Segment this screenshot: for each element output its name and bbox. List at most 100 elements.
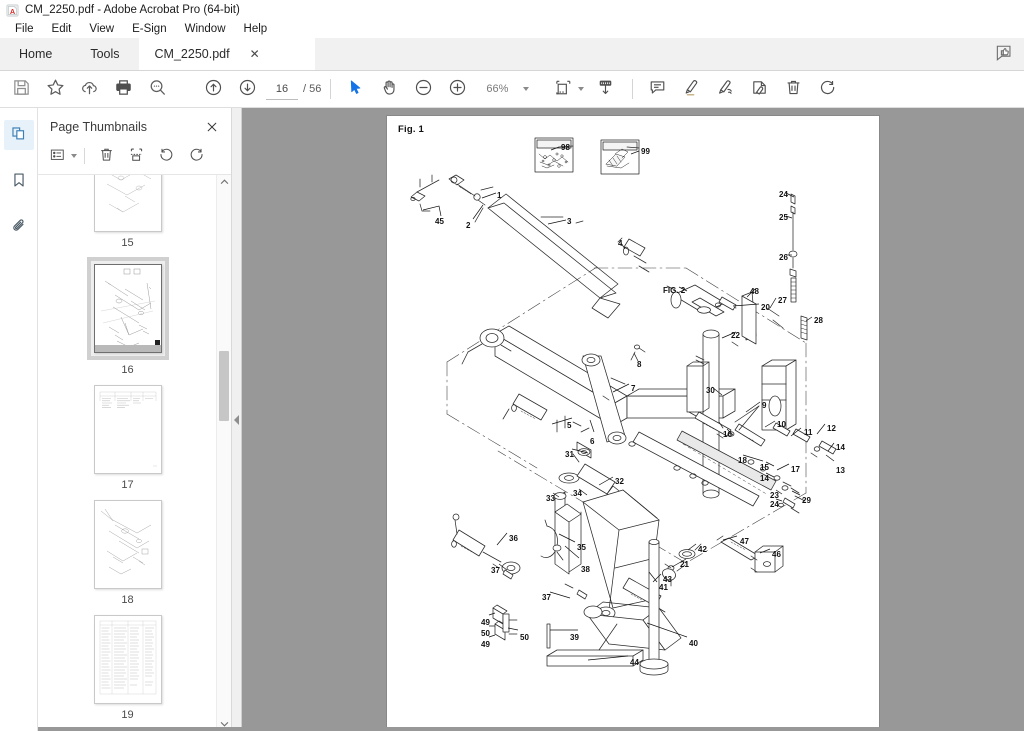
callout-layer: 98 99 1 2 45 3 4 24 25 26 FIG. 2 48 20 27 28 22 8 7 30 9 5 6 1… — [387, 116, 879, 731]
part-callout-44: 44 — [630, 658, 639, 668]
tab-document-cm2250[interactable]: CM_2250.pdf ✕ — [138, 38, 315, 70]
part-callout-7: 7 — [631, 384, 636, 394]
rail-page-thumbnails-button[interactable] — [3, 120, 34, 150]
close-tab-icon[interactable]: ✕ — [248, 47, 262, 61]
part-callout-33: 33 — [546, 494, 555, 504]
previous-page-button[interactable] — [196, 74, 230, 104]
thumbnail-page-15[interactable]: 15 — [93, 175, 162, 249]
part-callout-24b: 24 — [770, 500, 779, 510]
part-callout-50: 50 — [481, 628, 490, 638]
part-callout-25: 25 — [779, 213, 788, 223]
part-callout-20: 20 — [761, 303, 770, 313]
zoom-out-button[interactable] — [406, 74, 440, 104]
part-callout-99: 99 — [641, 147, 650, 157]
menu-file[interactable]: File — [6, 22, 43, 36]
rail-bookmarks-button[interactable] — [4, 166, 34, 196]
workspace: Page Thumbnails 15 16 17 18 19 Fig. 1 98… — [0, 108, 1024, 731]
scroll-mode-button[interactable] — [585, 74, 625, 104]
find-text-search-icon — [148, 78, 167, 100]
viewport-bottom-strip — [0, 727, 1024, 731]
menu-help[interactable]: Help — [235, 22, 277, 36]
select-tool-button[interactable] — [338, 74, 372, 104]
options-chevron-down-icon[interactable] — [70, 154, 77, 158]
thumbnail-scrollbar[interactable] — [216, 175, 231, 731]
part-callout-40: 40 — [689, 638, 698, 648]
menu-edit[interactable]: Edit — [43, 22, 81, 36]
part-callout-9: 9 — [762, 401, 767, 411]
part-callout-30: 30 — [705, 386, 715, 396]
draw-freehand-icon — [716, 78, 735, 100]
add-to-favorites-button[interactable] — [38, 74, 72, 104]
close-panel-icon[interactable] — [203, 118, 221, 136]
rotate-counterclockwise-button[interactable] — [152, 144, 180, 168]
pan-tool-button[interactable] — [372, 74, 406, 104]
thumbnail-scroll-area: 15 16 17 18 19 — [38, 175, 231, 731]
panel-splitter[interactable] — [232, 108, 242, 731]
zoom-in-button[interactable] — [440, 74, 474, 104]
attachments-paperclip-icon — [10, 217, 28, 238]
page-number-input[interactable] — [266, 78, 298, 100]
part-callout-18: 18 — [738, 455, 747, 465]
save-file-button[interactable] — [4, 74, 38, 104]
extract-pages-button[interactable] — [122, 144, 150, 168]
highlight-text-button[interactable] — [674, 74, 708, 104]
part-callout-42: 42 — [698, 544, 707, 554]
thumbnail-options-button[interactable] — [49, 144, 77, 168]
collapse-left-arrow-icon[interactable] — [234, 414, 239, 425]
part-callout-16: 16 — [723, 429, 732, 439]
main-toolbar: / 56 66% — [0, 71, 1024, 108]
part-callout-15: 15 — [760, 462, 769, 472]
part-callout-5: 5 — [567, 421, 572, 431]
pdf-page[interactable]: Fig. 1 98 99 1 2 45 3 4 24 25 26 FIG. 2 … — [387, 116, 879, 731]
part-callout-48: 48 — [750, 286, 759, 296]
thumbnail-page-16[interactable]: 16 — [86, 257, 169, 376]
toolbar-separator-1 — [330, 79, 332, 99]
svg-text:A: A — [10, 6, 16, 15]
part-callout-43: 43 — [663, 575, 672, 585]
save-to-cloud-button[interactable] — [72, 74, 106, 104]
tab-tools[interactable]: Tools — [71, 38, 138, 70]
tab-strip: Home Tools CM_2250.pdf ✕ — [0, 38, 1024, 71]
thumbnail-page-19[interactable]: 19 — [93, 615, 162, 721]
rotate-button[interactable] — [810, 74, 844, 104]
zoom-level-dropdown[interactable]: 66% — [480, 83, 530, 95]
zoom-in-icon — [448, 78, 467, 100]
menu-esign[interactable]: E-Sign — [123, 22, 176, 36]
chevron-up-icon[interactable] — [217, 175, 231, 189]
fit-page-chevron-down-icon[interactable] — [577, 87, 584, 91]
add-stamp-icon — [750, 78, 769, 100]
fit-page-button[interactable] — [551, 74, 585, 104]
thumbnail-page-number: 18 — [121, 594, 134, 606]
part-callout-28: 28 — [814, 316, 823, 326]
menu-view[interactable]: View — [80, 22, 123, 36]
part-callout-11: 11 — [804, 427, 813, 437]
part-callout-37: 37 — [491, 566, 500, 576]
part-callout-8: 8 — [637, 359, 642, 369]
thumbnail-page-17[interactable]: 17 — [93, 385, 162, 491]
rail-attachments-button[interactable] — [4, 212, 34, 242]
part-callout-32: 32 — [615, 477, 624, 487]
tab-home[interactable]: Home — [0, 38, 71, 70]
title-bar: A CM_2250.pdf - Adobe Acrobat Pro (64-bi… — [0, 0, 1024, 20]
part-callout-47: 47 — [740, 536, 749, 546]
find-text-button[interactable] — [140, 74, 174, 104]
thumbnail-page-18[interactable]: 18 — [93, 500, 162, 606]
part-callout-22: 22 — [731, 331, 740, 341]
delete-button[interactable] — [776, 74, 810, 104]
scrollbar-thumb[interactable] — [219, 351, 229, 421]
chevron-down-icon — [523, 87, 530, 91]
add-comment-button[interactable] — [640, 74, 674, 104]
part-callout-36: 36 — [509, 533, 518, 543]
menu-window[interactable]: Window — [176, 22, 235, 36]
part-callout-6: 6 — [590, 436, 595, 446]
rotate-clockwise-button[interactable] — [182, 144, 210, 168]
send-feedback-button[interactable] — [986, 38, 1024, 70]
print-file-button[interactable] — [106, 74, 140, 104]
add-stamp-button[interactable] — [742, 74, 776, 104]
draw-freehand-button[interactable] — [708, 74, 742, 104]
next-page-button[interactable] — [230, 74, 264, 104]
delete-pages-button[interactable] — [92, 144, 120, 168]
thumbnail-image — [93, 615, 162, 704]
document-viewport[interactable]: Fig. 1 98 99 1 2 45 3 4 24 25 26 FIG. 2 … — [242, 108, 1024, 731]
part-callout-17: 17 — [791, 464, 800, 474]
